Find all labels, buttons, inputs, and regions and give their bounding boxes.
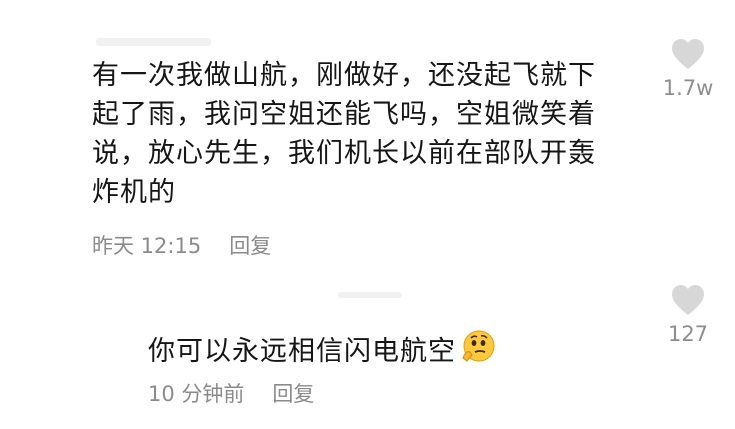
- comment-line: 起了雨，我问空姐还能飞吗，空姐微笑着: [92, 99, 596, 130]
- heart-icon: [672, 285, 704, 315]
- comment-meta: 昨天 12:15 回复: [92, 230, 271, 260]
- sub-reply-like-button[interactable]: 127: [658, 284, 718, 346]
- sub-reply-meta: 10 分钟前 回复: [148, 378, 314, 408]
- comment-like-button[interactable]: 1.7w: [658, 38, 718, 100]
- comment-line: 有一次我做山航，刚做好，还没起飞就下: [92, 60, 596, 91]
- comment-line: 炸机的: [92, 177, 176, 208]
- sub-reply-like-count: 127: [667, 322, 709, 346]
- heart-icon: [672, 39, 704, 69]
- comment-time: 昨天 12:15: [92, 234, 202, 258]
- comment-text: 有一次我做山航，刚做好，还没起飞就下 起了雨，我问空姐还能飞吗，空姐微笑着 说，…: [92, 56, 596, 212]
- sub-reply-time: 10 分钟前: [148, 382, 245, 406]
- cropped-header-remnant: [96, 38, 211, 46]
- thinking-face-emoji: [460, 328, 496, 375]
- sub-reply-text-row: 你可以永远相信闪电航空: [148, 328, 496, 375]
- sub-reply-reply-button[interactable]: 回复: [272, 378, 314, 408]
- cropped-avatar-remnant: [338, 292, 402, 298]
- like-count: 1.7w: [662, 76, 714, 100]
- sub-reply-text: 你可以永远相信闪电航空: [148, 336, 456, 367]
- reply-button[interactable]: 回复: [229, 230, 271, 260]
- comment-line: 说，放心先生，我们机长以前在部队开轰: [92, 138, 596, 169]
